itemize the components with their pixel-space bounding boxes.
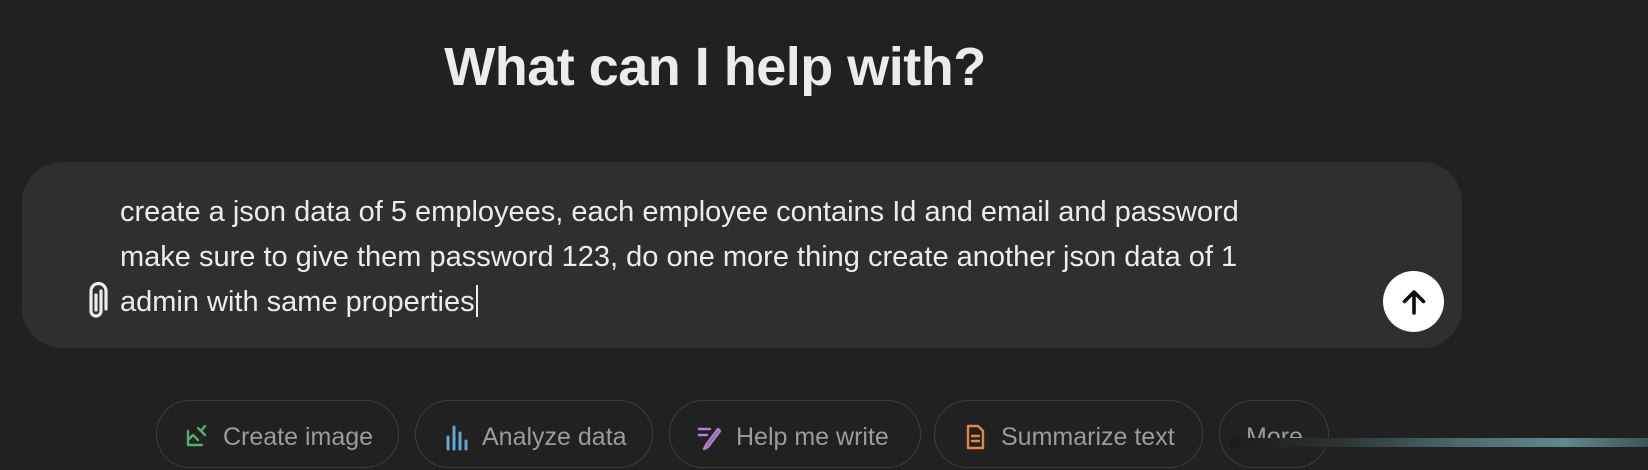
send-button[interactable] [1383, 271, 1444, 332]
attach-button[interactable] [72, 278, 120, 326]
create-image-chip[interactable]: Create image [156, 400, 399, 468]
chip-label: Summarize text [1001, 423, 1175, 451]
more-chip[interactable]: More [1219, 400, 1329, 468]
analyze-data-chip[interactable]: Analyze data [415, 400, 653, 468]
prompt-line: create a json data of 5 employees, each … [120, 196, 1239, 228]
arrow-up-icon [1402, 289, 1425, 315]
prompt-line: admin with same properties [120, 286, 475, 318]
chip-label: Help me write [736, 423, 889, 451]
chip-label: Analyze data [482, 423, 627, 451]
prompt-line: make sure to give them password 123, do … [120, 241, 1238, 273]
prompt-input[interactable]: create a json data of 5 employees, each … [120, 190, 1320, 325]
page-title: What can I help with? [444, 37, 986, 97]
summarize-text-chip[interactable]: Summarize text [934, 400, 1203, 468]
text-caret [475, 285, 478, 317]
chip-label: Create image [223, 423, 374, 451]
help-me-write-chip[interactable]: Help me write [669, 400, 921, 468]
paperclip-icon [89, 282, 108, 318]
background-photo-edge [1230, 438, 1648, 447]
message-composer[interactable]: create a json data of 5 employees, each … [22, 162, 1462, 348]
